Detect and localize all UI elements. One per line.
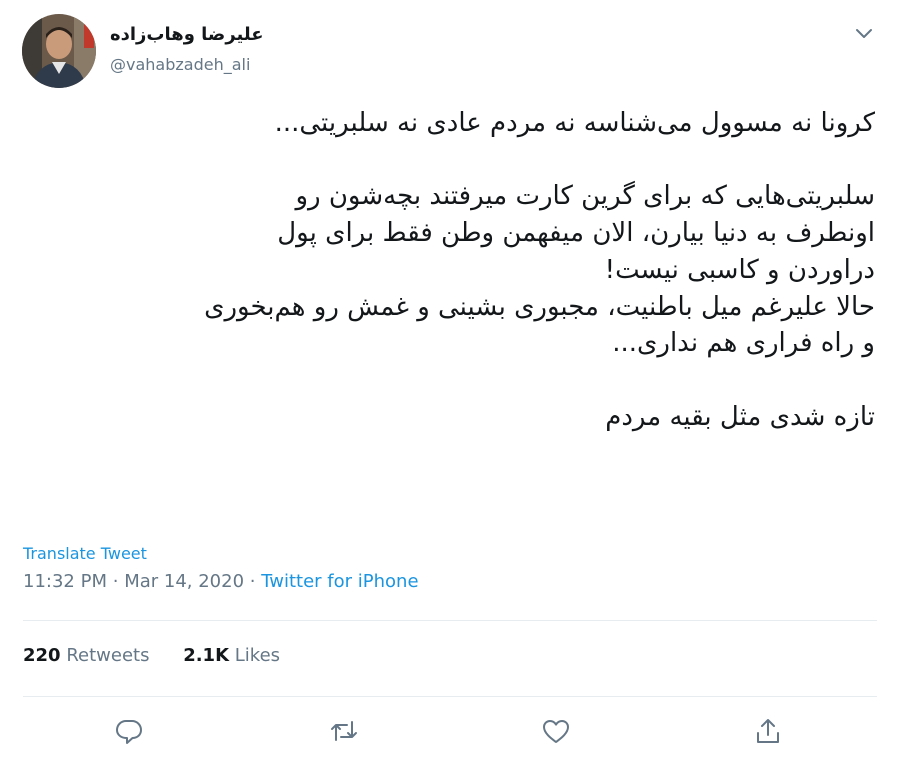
retweet-button[interactable] (328, 715, 360, 747)
share-button[interactable] (752, 715, 784, 747)
tweet-meta: 11:32 PM · Mar 14, 2020 · Twitter for iP… (23, 571, 419, 592)
retweets-label: Retweets (66, 645, 150, 666)
translate-tweet-link[interactable]: Translate Tweet (23, 544, 147, 563)
chevron-down-icon[interactable] (851, 22, 877, 44)
profile-photo-icon (22, 14, 96, 88)
tweet-line: و راه فراری هم نداری... (612, 328, 875, 359)
meta-separator: · (112, 571, 119, 592)
likes-label: Likes (234, 645, 281, 666)
tweet-date[interactable]: Mar 14, 2020 (124, 571, 244, 592)
retweets-stat[interactable]: 220 Retweets (23, 645, 149, 666)
likes-count: 2.1K (183, 645, 230, 666)
tweet-time[interactable]: 11:32 PM (23, 571, 107, 592)
like-button[interactable] (540, 715, 572, 747)
share-icon (757, 719, 779, 743)
user-handle[interactable]: @vahabzadeh_ali (110, 55, 250, 74)
tweet-stats: 220 Retweets 2.1K Likes (23, 645, 308, 666)
tweet-line: تازه شدی مثل بقیه مردم (605, 401, 875, 432)
tweet-line: کرونا نه مسوول می‌شناسه نه مردم عادی نه … (274, 108, 875, 138)
like-icon (543, 720, 569, 743)
divider (23, 620, 877, 621)
reply-icon (116, 720, 142, 744)
tweet-line: حالا علیرغم میل باطنیت، مجبوری بشینی و غ… (204, 291, 875, 322)
tweet-line: دراوردن و کاسبی نیست! (604, 254, 875, 285)
tweet-card: علیرضا وهاب‌زاده @vahabzadeh_ali کرونا ن… (0, 0, 897, 767)
tweet-line: سلبریتی‌هایی که برای گرین کارت میرفتند ب… (295, 181, 875, 212)
tweet-source-link[interactable]: Twitter for iPhone (261, 571, 418, 592)
divider (23, 696, 877, 697)
meta-separator: · (249, 571, 256, 592)
display-name[interactable]: علیرضا وهاب‌زاده (110, 24, 264, 45)
tweet-line: اونطرف به دنیا بیارن، الان میفهمن وطن فق… (277, 218, 875, 249)
retweet-icon (331, 721, 357, 741)
tweet-text: کرونا نه مسوول می‌شناسه نه مردم عادی نه … (20, 105, 875, 435)
reply-button[interactable] (113, 715, 145, 747)
avatar[interactable] (22, 14, 96, 88)
likes-stat[interactable]: 2.1K Likes (183, 645, 280, 666)
retweets-count: 220 (23, 645, 61, 666)
